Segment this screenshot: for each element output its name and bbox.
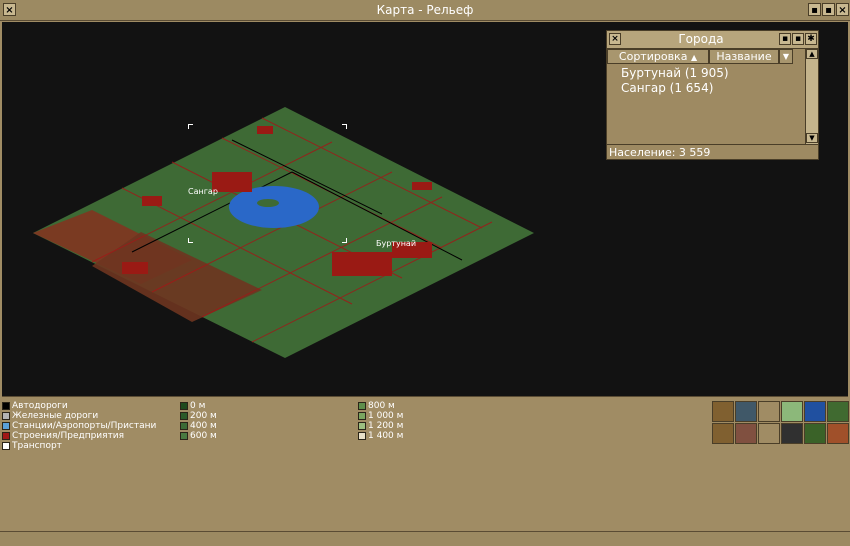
- city-label-sangar[interactable]: Сангар: [188, 187, 218, 196]
- viewport-corner: [188, 124, 193, 129]
- cities-scrollbar[interactable]: ▲ ▼: [805, 49, 818, 144]
- lake: [229, 186, 319, 228]
- viewport-corner: [188, 238, 193, 243]
- window-titlebar: × Карта - Рельеф ▪ ▪ ×: [0, 0, 850, 21]
- legend-swatch: [2, 412, 10, 420]
- status-bar: [0, 531, 850, 546]
- vehicles-icon[interactable]: [735, 401, 757, 422]
- population-total: Население: 3 559: [607, 144, 818, 159]
- cities-panel-title: Города: [678, 32, 724, 46]
- legend-label: 1 400 м: [368, 431, 404, 441]
- map-toolbar: [712, 401, 850, 447]
- legend-label: Железные дороги: [12, 411, 99, 421]
- viewport-corner: [342, 238, 347, 243]
- trains-icon[interactable]: [804, 401, 826, 422]
- legend-item: 1 200 м: [358, 421, 403, 431]
- legend-item[interactable]: Железные дороги: [2, 411, 156, 421]
- legend-swatch: [358, 422, 366, 430]
- island: [257, 199, 279, 207]
- viewport-corner: [342, 124, 347, 129]
- legend-swatch: [180, 422, 188, 430]
- legend-label: 1 200 м: [368, 421, 404, 431]
- legend-item[interactable]: Строения/Предприятия: [2, 431, 156, 441]
- scroll-down-icon[interactable]: ▼: [806, 133, 818, 143]
- scroll-up-icon[interactable]: ▲: [806, 49, 818, 59]
- owner-icon[interactable]: [827, 423, 849, 444]
- legend-label: 200 м: [190, 411, 217, 421]
- legend-item: 1 400 м: [358, 431, 403, 441]
- legend-label: 0 м: [190, 401, 206, 411]
- cities-close-button[interactable]: ×: [609, 33, 621, 45]
- cities-panel: × Города ▪ ▪ ✱ Сортировка ▲ Название ▼ Б…: [606, 30, 819, 160]
- legend-swatch: [2, 402, 10, 410]
- legend-label: 400 м: [190, 421, 217, 431]
- legend-swatch: [180, 432, 188, 440]
- window-title: Карта - Рельеф: [376, 3, 474, 17]
- legend-item: 600 м: [180, 431, 217, 441]
- window-sticky-button[interactable]: ▪: [808, 3, 821, 16]
- list-item[interactable]: Сангар (1 654): [609, 81, 805, 96]
- legend-label: 1 000 м: [368, 411, 404, 421]
- blank-icon[interactable]: [758, 401, 780, 422]
- forest-icon[interactable]: [804, 423, 826, 444]
- dropdown-arrow-icon[interactable]: ▼: [779, 49, 793, 64]
- cities-shade-button[interactable]: ▪: [779, 33, 791, 45]
- cities-list: Буртунай (1 905) Сангар (1 654): [609, 66, 805, 144]
- legend-heights-high: 800 м 1 000 м 1 200 м 1 400 м: [358, 401, 403, 441]
- sort-criteria-dropdown[interactable]: Название: [709, 49, 779, 64]
- trees-icon[interactable]: [827, 401, 849, 422]
- window-x-button[interactable]: ×: [836, 3, 849, 16]
- sort-arrow-icon: ▲: [690, 53, 698, 62]
- legend-item: 200 м: [180, 411, 217, 421]
- sort-order-button[interactable]: Сортировка ▲: [607, 49, 709, 64]
- legend-item[interactable]: Транспорт: [2, 441, 156, 451]
- sort-label: Сортировка: [618, 50, 688, 63]
- legend-swatch: [358, 432, 366, 440]
- legend-item: 1 000 м: [358, 411, 403, 421]
- legend-item: 400 м: [180, 421, 217, 431]
- legend-label: 600 м: [190, 431, 217, 441]
- legend-label: Строения/Предприятия: [12, 431, 125, 441]
- legend-item: 800 м: [358, 401, 403, 411]
- legend-heights-low: 0 м 200 м 400 м 600 м: [180, 401, 217, 441]
- window-shade-button[interactable]: ▪: [822, 3, 835, 16]
- legend-label: Транспорт: [12, 441, 62, 451]
- connections-icon[interactable]: [758, 423, 780, 444]
- legend-item[interactable]: Автодороги: [2, 401, 156, 411]
- signals-icon[interactable]: [781, 423, 803, 444]
- legend-item: 0 м: [180, 401, 217, 411]
- legend-label: Станции/Аэропорты/Пристани: [12, 421, 157, 431]
- legend-swatch: [180, 412, 188, 420]
- cities-sticky-button[interactable]: ▪: [792, 33, 804, 45]
- legend-swatch: [358, 412, 366, 420]
- industries-icon[interactable]: [735, 423, 757, 444]
- city-label-burtunai[interactable]: Буртунай: [376, 239, 416, 248]
- legend-swatch: [180, 402, 188, 410]
- legend-swatch: [2, 422, 10, 430]
- cities-sort-bar: Сортировка ▲ Название ▼: [607, 49, 818, 64]
- terrain-icon[interactable]: [781, 401, 803, 422]
- legend-item[interactable]: Станции/Аэропорты/Пристани: [2, 421, 156, 431]
- cities-panel-header: × Города ▪ ▪ ✱: [607, 31, 818, 49]
- legend-swatch: [2, 442, 10, 450]
- contours-icon[interactable]: [712, 401, 734, 422]
- legend-label: Автодороги: [12, 401, 68, 411]
- legend-swatch: [358, 402, 366, 410]
- routes-icon[interactable]: [712, 423, 734, 444]
- cities-pin-button[interactable]: ✱: [805, 33, 817, 45]
- list-item[interactable]: Буртунай (1 905): [609, 66, 805, 81]
- legend-label: 800 м: [368, 401, 395, 411]
- legend-swatch: [2, 432, 10, 440]
- legend-transport: Автодороги Железные дороги Станции/Аэроп…: [2, 401, 156, 451]
